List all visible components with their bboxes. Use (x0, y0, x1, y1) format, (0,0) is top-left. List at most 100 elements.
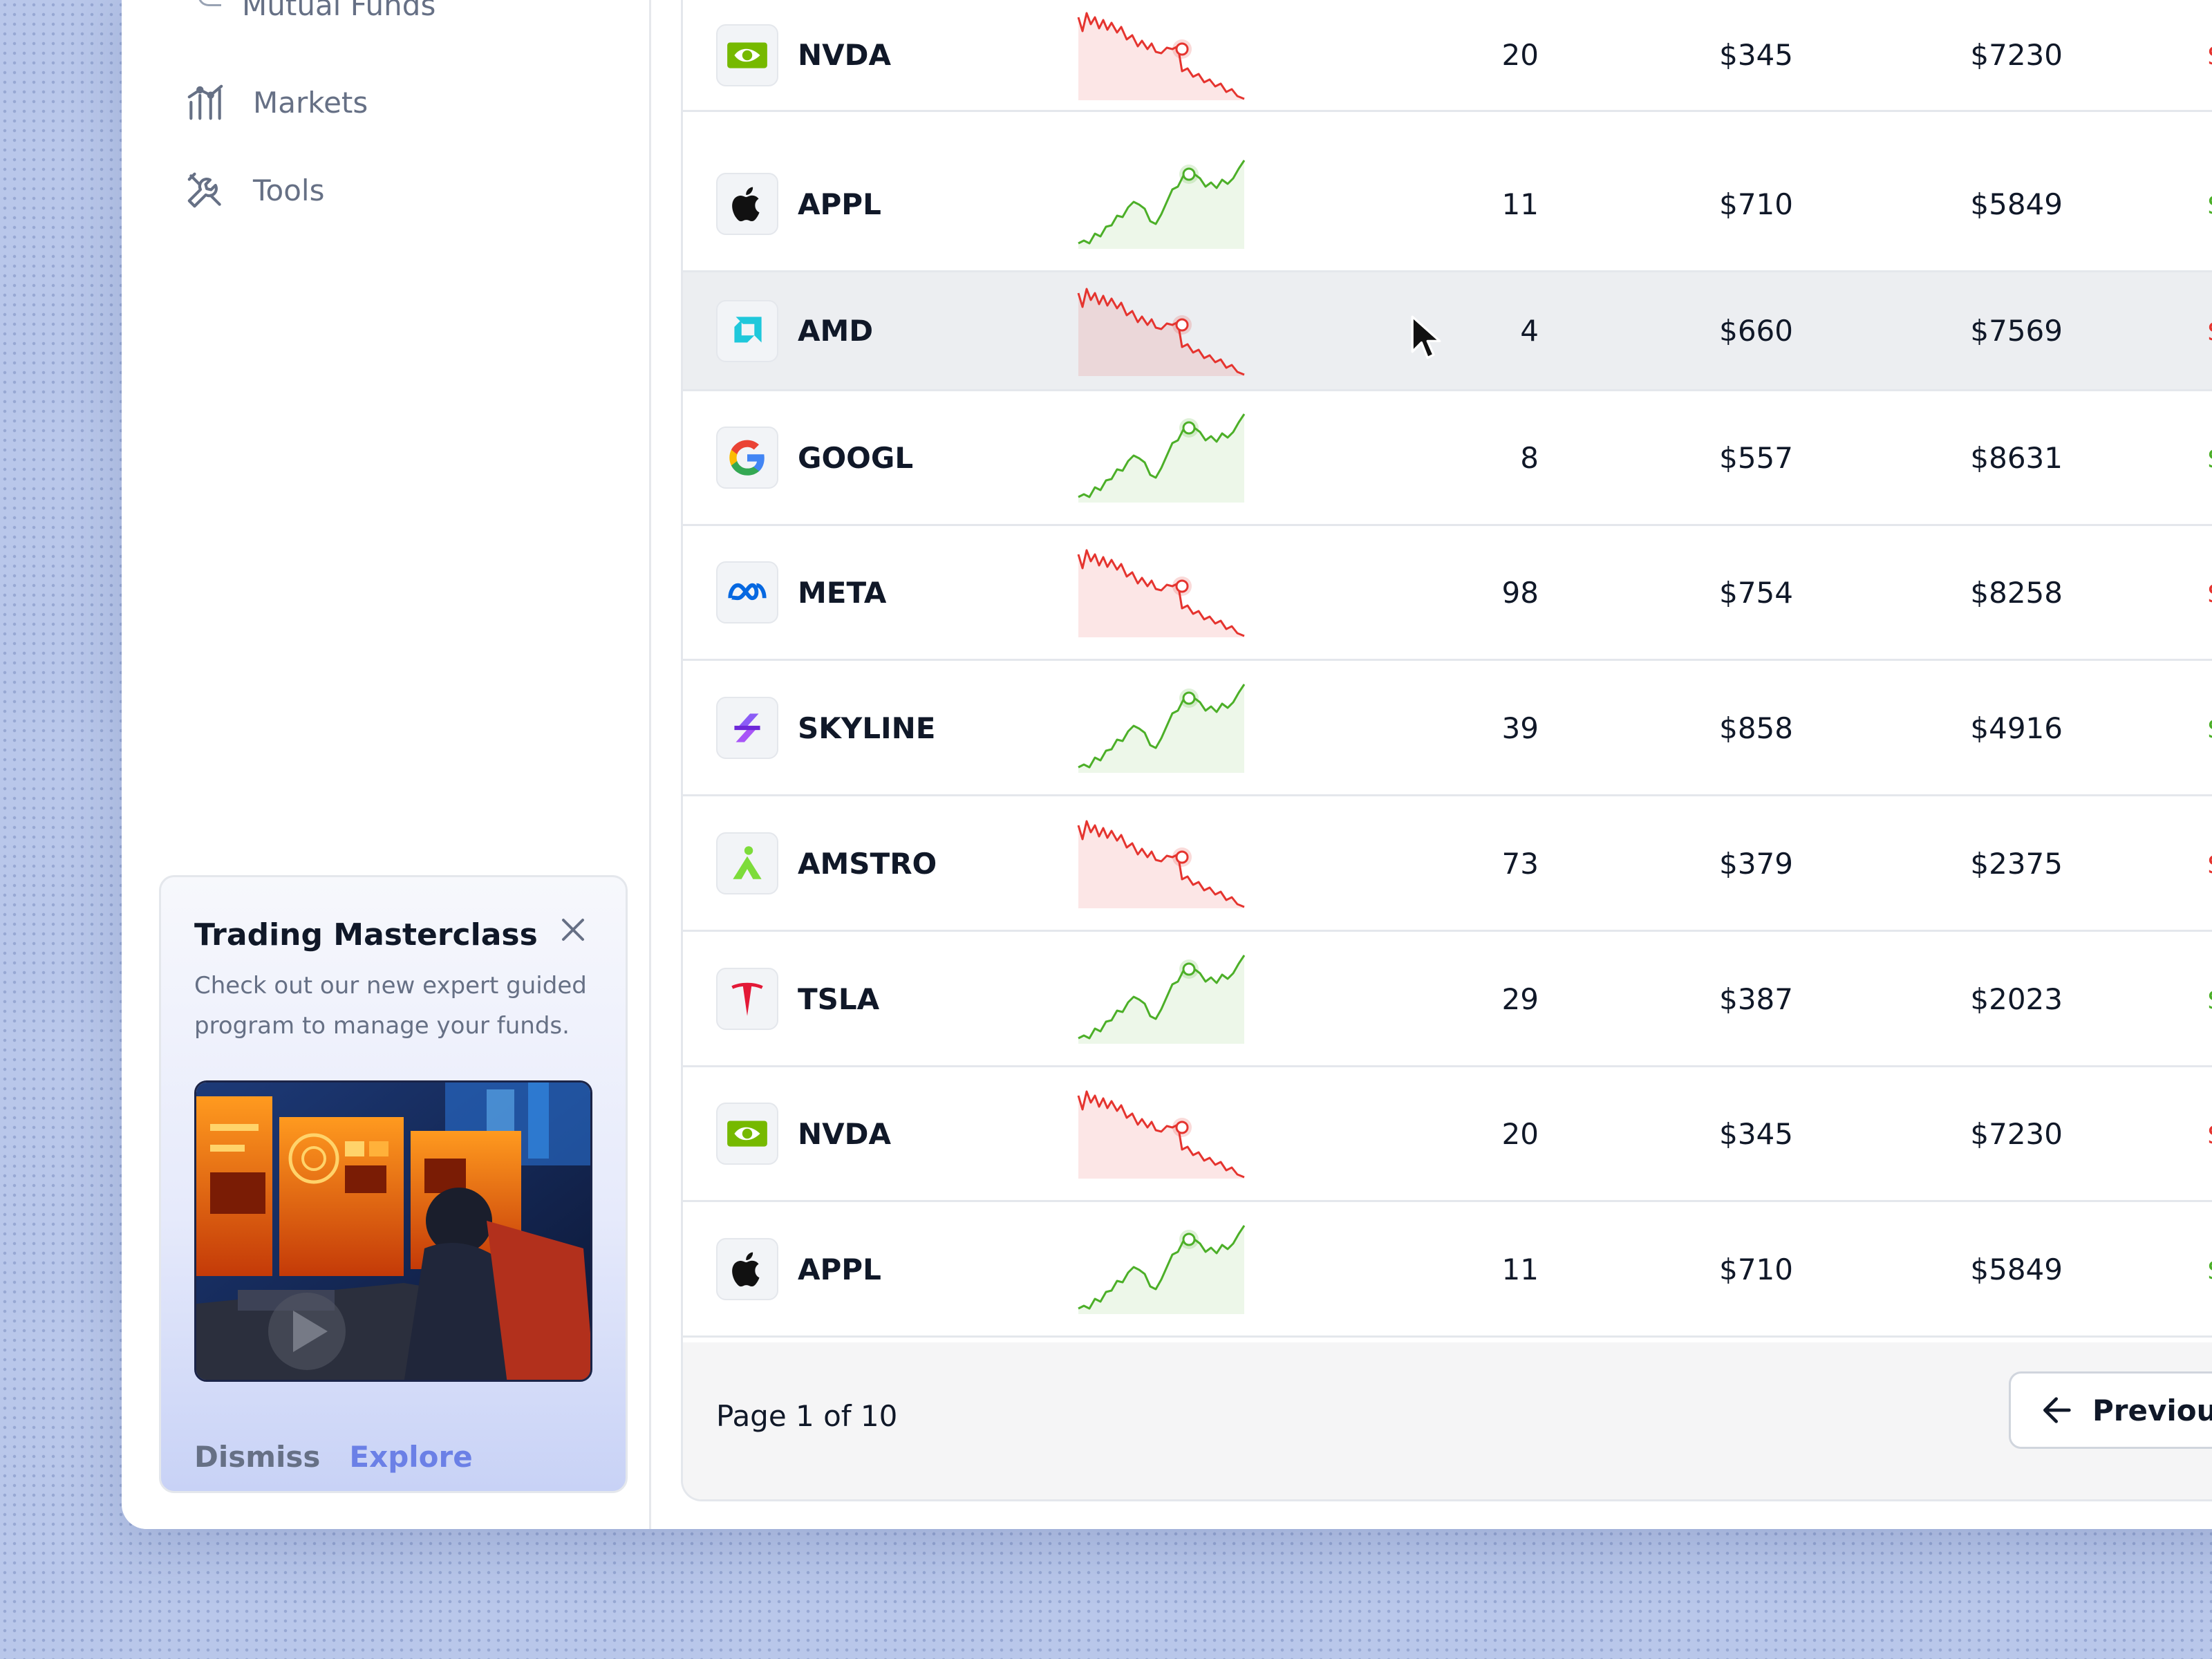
table-row[interactable]: AMSTRO 73 $379 $2375 $1781 (683, 797, 2212, 932)
app-window: Mutual Funds Markets Tools Trading Maste… (122, 0, 2212, 1529)
trader-illustration (196, 1082, 590, 1380)
profit-loss: $7576 (2206, 38, 2212, 72)
sidebar-item-label: Mutual Funds (242, 0, 436, 22)
sparkline-up (1078, 413, 1246, 503)
sparkline-down (1077, 820, 1245, 908)
promo-description: Check out our new expert guided program … (194, 972, 587, 1040)
markets-icon (187, 84, 223, 120)
quantity: 98 (1501, 575, 1539, 610)
mouse-cursor-icon (1411, 315, 1441, 359)
sparkline-up (1078, 684, 1246, 773)
previous-label: Previous (2092, 1393, 2212, 1427)
table-row[interactable]: NVDA 20 $345 $7230 $7576 (683, 0, 2212, 112)
table-row[interactable]: SKYLINE 39 $858 $4916 $2282 (683, 662, 2212, 796)
profit-loss: $5052 (2206, 576, 2212, 610)
close-icon[interactable] (556, 913, 590, 946)
apple-logo (716, 1238, 778, 1300)
avg-price: $660 (1719, 314, 1793, 348)
ticker-symbol: META (798, 575, 887, 610)
quantity: 20 (1501, 38, 1539, 72)
quantity: 73 (1501, 846, 1539, 881)
market-value: $8631 (1970, 440, 2063, 475)
sparkline-down (1077, 12, 1245, 100)
market-value: $4916 (1970, 711, 2063, 745)
market-value: $2375 (1970, 846, 2063, 881)
meta-logo (716, 561, 778, 624)
ticker-symbol: NVDA (798, 38, 892, 72)
ticker-symbol: SKYLINE (798, 711, 936, 745)
market-value: $2023 (1970, 982, 2063, 1016)
avg-price: $387 (1719, 982, 1793, 1016)
profit-loss: $7576 (2206, 1117, 2212, 1151)
avg-price: $345 (1719, 1116, 1793, 1151)
table-row[interactable]: AMD 4 $660 $7569 $3603 (683, 272, 2212, 391)
avg-price: $557 (1719, 440, 1793, 475)
sparkline-up (1078, 955, 1246, 1044)
dismiss-button[interactable]: Dismiss (194, 1440, 320, 1474)
profit-loss: $3603 (2206, 314, 2212, 348)
holdings-table: Page 1 of 10 Previous NVDA 20 $345 $7230 $75… (681, 0, 2212, 1501)
sparkline-down (1077, 288, 1245, 376)
profit-loss: $1682 (2206, 187, 2212, 221)
ticker-symbol: TSLA (798, 982, 880, 1016)
ticker-symbol: AMSTRO (798, 846, 937, 881)
nvidia-logo (716, 1103, 778, 1165)
promo-title: Trading Masterclass (194, 917, 538, 953)
profit-loss: $2282 (2206, 711, 2212, 745)
sparkline-down (1077, 549, 1245, 637)
promo-video-thumbnail[interactable] (194, 1080, 592, 1382)
ticker-symbol: APPL (798, 187, 881, 221)
explore-button[interactable]: Explore (349, 1440, 472, 1474)
sidebar-item-tools[interactable]: Tools (184, 159, 324, 221)
table-row[interactable]: GOOGL 8 $557 $8631 $6270 (683, 391, 2212, 526)
sidebar-item-mutual-funds[interactable]: Mutual Funds (198, 0, 435, 29)
tree-branch-icon (198, 0, 221, 6)
tesla-logo (716, 968, 778, 1030)
profit-loss: $6270 (2206, 441, 2212, 475)
quantity: 11 (1501, 1252, 1539, 1286)
quantity: 29 (1501, 982, 1539, 1016)
profit-loss: $1781 (2206, 847, 2212, 881)
nvidia-logo (716, 24, 778, 86)
table-row[interactable]: META 98 $754 $8258 $5052 (683, 526, 2212, 661)
quantity: 11 (1501, 187, 1539, 221)
tools-icon (187, 172, 221, 208)
avg-price: $858 (1719, 711, 1793, 745)
previous-button[interactable]: Previous (2009, 1371, 2212, 1449)
quantity: 8 (1520, 440, 1539, 475)
avg-price: $379 (1719, 846, 1793, 881)
avg-price: $345 (1719, 38, 1793, 72)
sidebar-item-markets[interactable]: Markets (184, 71, 368, 133)
profit-loss: $9343 (2206, 982, 2212, 1016)
promo-card: Trading Masterclass Check out our new ex… (159, 875, 628, 1493)
quantity: 4 (1520, 314, 1539, 348)
page-info: Page 1 of 10 (716, 1399, 898, 1433)
market-value: $7230 (1970, 38, 2063, 72)
avg-price: $710 (1719, 187, 1793, 221)
market-value: $7230 (1970, 1116, 2063, 1151)
table-footer: Page 1 of 10 Previous (683, 1342, 2212, 1499)
table-row[interactable]: TSLA 29 $387 $2023 $9343 (683, 932, 2212, 1067)
avg-price: $710 (1719, 1252, 1793, 1286)
quantity: 20 (1501, 1116, 1539, 1151)
ticker-symbol: NVDA (798, 1116, 892, 1151)
table-row[interactable]: NVDA 20 $345 $7230 $7576 (683, 1067, 2212, 1202)
table-row[interactable]: APPL 11 $710 $5849 $1682 (683, 1203, 2212, 1338)
skyline-logo (716, 697, 778, 759)
avg-price: $754 (1719, 575, 1793, 610)
arrow-left-icon (2043, 1397, 2071, 1423)
ticker-symbol: APPL (798, 1252, 881, 1286)
ticker-symbol: AMD (798, 314, 874, 348)
apple-logo (716, 173, 778, 235)
amd-logo (716, 299, 778, 362)
sparkline-up (1078, 160, 1246, 249)
google-logo (716, 427, 778, 489)
sparkline-up (1078, 1225, 1246, 1314)
quantity: 39 (1501, 711, 1539, 745)
market-value: $5849 (1970, 1252, 2063, 1286)
ticker-symbol: GOOGL (798, 440, 914, 475)
table-row[interactable]: APPL 11 $710 $5849 $1682 (683, 138, 2212, 272)
sidebar-item-label: Markets (253, 85, 368, 120)
market-value: $8258 (1970, 575, 2063, 610)
sparkline-down (1077, 1090, 1245, 1179)
